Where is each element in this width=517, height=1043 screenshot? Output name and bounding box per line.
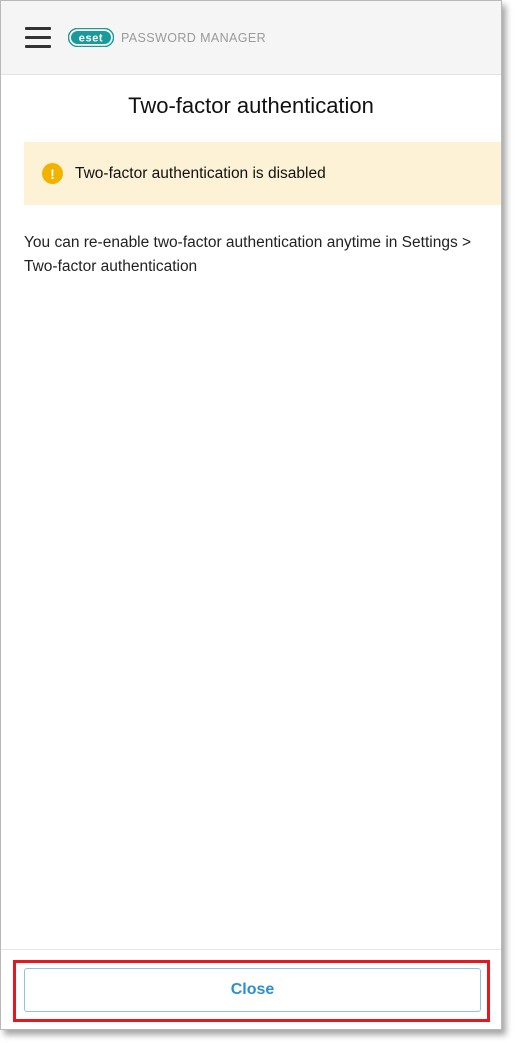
top-bar: eset PASSWORD MANAGER — [1, 1, 501, 75]
hamburger-menu-icon[interactable] — [25, 27, 51, 49]
close-button[interactable]: Close — [24, 968, 481, 1012]
warning-icon: ! — [42, 163, 63, 184]
footer-divider — [1, 949, 501, 950]
svg-text:eset: eset — [79, 33, 103, 45]
app-window: eset PASSWORD MANAGER Two-factor authent… — [0, 0, 502, 1030]
eset-logo: eset — [68, 28, 114, 47]
product-name: PASSWORD MANAGER — [121, 31, 267, 45]
status-banner: ! Two-factor authentication is disabled — [24, 142, 501, 205]
banner-text: Two-factor authentication is disabled — [75, 164, 326, 182]
page-title: Two-factor authentication — [128, 93, 374, 118]
info-text: You can re-enable two-factor authenticat… — [24, 234, 472, 275]
